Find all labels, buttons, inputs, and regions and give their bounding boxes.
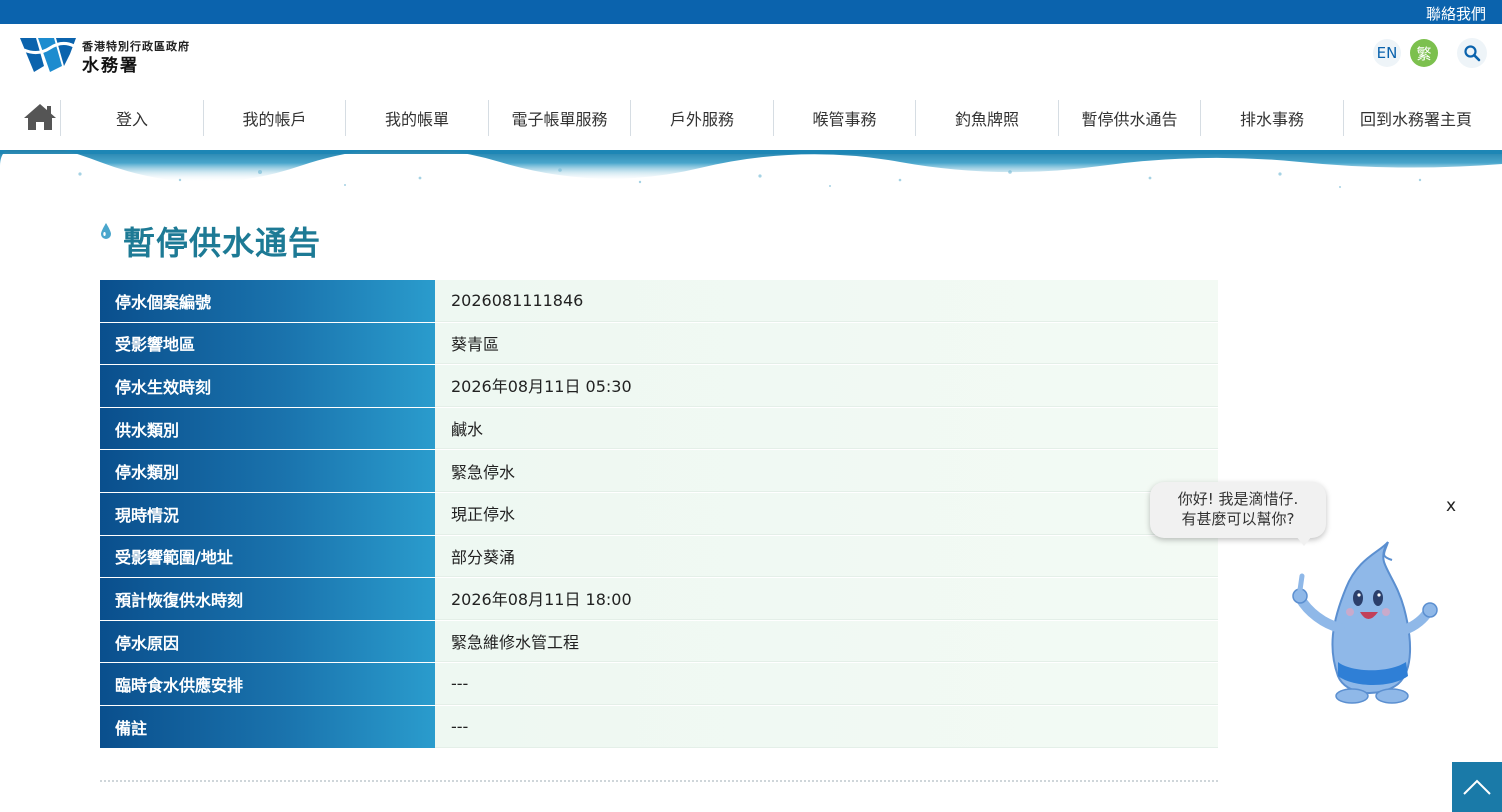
table-row: 預計恢復供水時刻 2026年08月11日 18:00 <box>100 578 1218 621</box>
chatbot-greeting-line-1: 你好! 我是滴惜仔. <box>1177 490 1299 508</box>
main-nav: 登入 我的帳戶 我的帳單 電子帳單服務 戶外服務 喉管事務 釣魚牌照 暫停供水通… <box>0 84 1502 152</box>
org-name: 水務署 <box>82 56 139 76</box>
chatbot-speech-bubble[interactable]: 你好! 我是滴惜仔. 有甚麼可以幫你? <box>1150 482 1326 538</box>
row-value: 2026081111846 <box>435 280 1218 322</box>
home-icon[interactable] <box>20 102 60 132</box>
row-label: 現時情況 <box>100 492 435 535</box>
table-row: 停水類別 緊急停水 <box>100 450 1218 493</box>
row-label: 預計恢復供水時刻 <box>100 578 435 620</box>
language-tc-button[interactable]: 繁 <box>1410 39 1438 67</box>
row-label: 停水原因 <box>100 620 435 663</box>
chatbot-close-button[interactable]: x <box>1446 496 1456 516</box>
back-to-top-button[interactable] <box>1452 762 1502 812</box>
row-label: 受影響地區 <box>100 322 435 365</box>
nav-item-water-suspension[interactable]: 暫停供水通告 <box>1058 100 1200 136</box>
row-value: 葵青區 <box>435 322 1218 365</box>
wsd-logo-icon[interactable] <box>20 36 76 74</box>
nav-item-login[interactable]: 登入 <box>60 100 203 136</box>
water-drop-icon <box>101 223 111 239</box>
water-drop-mascot-icon[interactable] <box>1288 538 1438 706</box>
row-value: 鹹水 <box>435 407 1218 450</box>
row-label: 停水類別 <box>100 450 435 492</box>
row-label: 受影響範圍/地址 <box>100 535 435 578</box>
table-row: 現時情況 現正停水 <box>100 492 1218 536</box>
search-icon <box>1464 45 1481 62</box>
table-row: 停水個案編號 2026081111846 <box>100 280 1218 323</box>
table-row: 停水生效時刻 2026年08月11日 05:30 <box>100 365 1218 408</box>
chatbot-greeting-line-2: 有甚麼可以幫你? <box>1181 510 1295 528</box>
water-wave-banner <box>0 150 1502 188</box>
nav-item-my-account[interactable]: 我的帳戶 <box>203 100 345 136</box>
row-label: 供水類別 <box>100 407 435 450</box>
row-value: 部分葵涌 <box>435 535 1218 578</box>
language-en-button[interactable]: EN <box>1373 39 1401 67</box>
row-value: 現正停水 <box>435 492 1218 535</box>
nav-item-outdoor[interactable]: 戶外服務 <box>630 100 773 136</box>
row-label: 臨時食水供應安排 <box>100 663 435 705</box>
row-value: --- <box>435 663 1218 705</box>
nav-item-wsd-home[interactable]: 回到水務署主頁 <box>1343 100 1488 136</box>
row-value: 緊急維修水管工程 <box>435 620 1218 663</box>
dotted-divider <box>100 780 1218 782</box>
top-bar: 聯絡我們 <box>0 0 1502 24</box>
table-row: 臨時食水供應安排 --- <box>100 663 1218 706</box>
nav-item-plumbing[interactable]: 喉管事務 <box>773 100 915 136</box>
table-row: 受影響範圍/地址 部分葵涌 <box>100 535 1218 579</box>
contact-us-link[interactable]: 聯絡我們 <box>1426 3 1486 24</box>
row-value: 2026年08月11日 05:30 <box>435 365 1218 407</box>
row-label: 停水生效時刻 <box>100 365 435 407</box>
row-value: 2026年08月11日 18:00 <box>435 578 1218 620</box>
water-suspension-notice-table: 停水個案編號 2026081111846 受影響地區 葵青區 停水生效時刻 20… <box>100 280 1218 749</box>
table-row: 備註 --- <box>100 705 1218 749</box>
row-value: --- <box>435 705 1218 748</box>
site-header: 香港特別行政區政府 水務署 EN 繁 <box>0 24 1502 84</box>
table-row: 受影響地區 葵青區 <box>100 322 1218 366</box>
nav-item-my-bill[interactable]: 我的帳單 <box>345 100 488 136</box>
search-button[interactable] <box>1457 38 1487 68</box>
table-row: 停水原因 緊急維修水管工程 <box>100 620 1218 664</box>
row-label: 停水個案編號 <box>100 280 435 322</box>
row-value: 緊急停水 <box>435 450 1218 492</box>
nav-item-drainage[interactable]: 排水事務 <box>1200 100 1343 136</box>
page-title: 暫停供水通告 <box>123 224 322 262</box>
chevron-up-icon <box>1463 779 1491 795</box>
nav-item-fishing[interactable]: 釣魚牌照 <box>915 100 1058 136</box>
table-row: 供水類別 鹹水 <box>100 407 1218 451</box>
row-label: 備註 <box>100 705 435 748</box>
nav-item-ebill[interactable]: 電子帳單服務 <box>488 100 630 136</box>
